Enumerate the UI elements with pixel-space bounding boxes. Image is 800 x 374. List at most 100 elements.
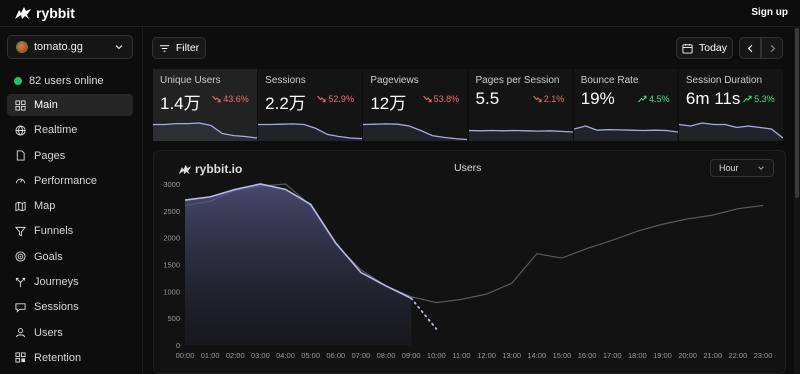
sparkline-area xyxy=(153,123,257,141)
stats-row: Unique Users 1.4万 43.6% Sessions 2.2万 52… xyxy=(153,69,784,141)
sidebar-item-main[interactable]: Main xyxy=(7,94,133,116)
x-tick-label: 16:00 xyxy=(578,351,597,360)
y-tick-label: 0 xyxy=(176,341,180,350)
x-tick-label: 04:00 xyxy=(276,351,295,360)
trend-down-icon xyxy=(317,95,326,103)
stat-card-pages-per-session[interactable]: Pages per Session 5.5 2.1% xyxy=(468,69,573,141)
users-chart-card: rybbit.io Users Hour 0 500 1000 1500 2000 250… xyxy=(153,150,786,374)
stat-change: 43.6% xyxy=(212,94,249,104)
stat-change: 4.5% xyxy=(638,94,669,104)
sidebar-item-label: Retention xyxy=(34,351,82,364)
x-tick-label: 03:00 xyxy=(251,351,270,360)
retention-icon xyxy=(15,352,26,364)
sidebar-item-label: Funnels xyxy=(34,225,74,238)
sidebar: tomato.gg 82 users online Main Realtime … xyxy=(0,27,143,374)
file-icon xyxy=(16,150,25,161)
sparkline xyxy=(573,125,678,141)
x-tick-label: 13:00 xyxy=(502,351,521,360)
sidebar-item-map[interactable]: Map xyxy=(7,195,133,217)
target-icon xyxy=(15,251,26,262)
sidebar-item-label: Performance xyxy=(34,174,97,187)
x-tick-label: 22:00 xyxy=(728,351,747,360)
x-tick-label: 21:00 xyxy=(703,351,722,360)
page-scrollbar[interactable] xyxy=(794,26,800,374)
stat-label: Pageviews xyxy=(370,75,419,86)
stat-card-bounce-rate[interactable]: Bounce Rate 19% 4.5% xyxy=(573,69,678,141)
trend-down-icon xyxy=(212,95,221,103)
site-selector[interactable]: tomato.gg xyxy=(7,35,133,59)
sidebar-item-realtime[interactable]: Realtime xyxy=(7,119,133,141)
stat-change: 52.9% xyxy=(317,94,354,104)
sparkline-area xyxy=(573,126,678,141)
split-icon xyxy=(15,277,26,287)
site-favicon-icon xyxy=(16,41,28,53)
y-tick-label: 2500 xyxy=(163,207,180,216)
sidebar-item-pages[interactable]: Pages xyxy=(7,145,133,167)
x-tick-label: 15:00 xyxy=(553,351,572,360)
stat-card-pageviews[interactable]: Pageviews 12万 53.8% xyxy=(363,69,468,141)
chevron-right-icon xyxy=(770,44,775,52)
chevron-down-icon xyxy=(115,45,123,50)
date-picker-button[interactable]: Today xyxy=(676,37,733,59)
online-users-text: 82 users online xyxy=(29,75,104,87)
x-tick-label: 05:00 xyxy=(301,351,320,360)
previous-period-button[interactable] xyxy=(739,37,761,59)
sidebar-nav: Main Realtime Pages Performance Map Funn… xyxy=(7,94,133,372)
x-tick-label: 07:00 xyxy=(352,351,371,360)
sidebar-item-users[interactable]: Users xyxy=(7,322,133,344)
y-tick-label: 3000 xyxy=(163,180,180,189)
users-line-chart: 0 500 1000 1500 2000 2500 3000 00:00 01:00 02:00 0… xyxy=(163,180,772,360)
stat-card-unique-users[interactable]: Unique Users 1.4万 43.6% xyxy=(153,69,257,141)
stat-label: Session Duration xyxy=(685,75,763,86)
sidebar-item-retention[interactable]: Retention xyxy=(7,347,133,369)
x-tick-label: 01:00 xyxy=(201,351,220,360)
next-period-button[interactable] xyxy=(761,37,783,59)
signup-link[interactable]: Sign up xyxy=(751,7,788,18)
x-tick-label: 08:00 xyxy=(377,351,396,360)
online-users: 82 users online xyxy=(14,75,104,87)
user-icon xyxy=(15,328,26,338)
sidebar-item-label: Pages xyxy=(34,149,66,162)
x-tick-label: 14:00 xyxy=(527,351,546,360)
sidebar-item-sessions[interactable]: Sessions xyxy=(7,296,133,318)
stat-card-session-duration[interactable]: Session Duration 6m 11s 5.3% xyxy=(678,69,783,141)
stat-value: 5.5 xyxy=(475,89,500,108)
scrollbar-thumb[interactable] xyxy=(795,28,799,198)
sidebar-item-label: Journeys xyxy=(34,276,79,289)
trend-up-icon xyxy=(743,95,752,103)
x-tick-label: 02:00 xyxy=(226,351,245,360)
sparkline xyxy=(363,123,468,141)
trend-down-icon xyxy=(532,95,542,103)
sidebar-item-journeys[interactable]: Journeys xyxy=(7,271,133,293)
y-tick-label: 1500 xyxy=(163,261,180,270)
filter-button[interactable]: Filter xyxy=(152,37,206,59)
sidebar-item-funnels[interactable]: Funnels xyxy=(7,220,133,242)
brand-logo[interactable]: rybbit xyxy=(14,5,75,21)
x-tick-label: 06:00 xyxy=(326,351,345,360)
brand-name: rybbit xyxy=(36,5,75,21)
map-icon xyxy=(15,201,26,211)
site-name: tomato.gg xyxy=(34,41,83,53)
y-tick-label: 2000 xyxy=(163,234,180,243)
current-period-area xyxy=(185,184,412,345)
sparkline xyxy=(258,123,363,141)
stat-change: 5.3% xyxy=(743,94,775,104)
stat-label: Unique Users xyxy=(160,75,221,86)
sparkline-area xyxy=(468,130,573,141)
gauge-icon xyxy=(15,179,26,184)
x-tick-label: 20:00 xyxy=(678,351,697,360)
sidebar-item-label: Users xyxy=(34,326,63,339)
stat-value: 19% xyxy=(580,89,615,108)
sidebar-item-label: Goals xyxy=(34,250,63,263)
sidebar-item-label: Main xyxy=(34,99,58,111)
stat-card-sessions[interactable]: Sessions 2.2万 52.9% xyxy=(258,69,363,141)
chevron-left-icon xyxy=(747,44,752,52)
sidebar-item-label: Map xyxy=(34,200,56,213)
y-tick-label: 500 xyxy=(167,314,180,323)
trend-up-icon xyxy=(638,95,647,103)
sidebar-item-performance[interactable]: Performance xyxy=(7,170,133,192)
date-label: Today xyxy=(698,42,728,54)
sidebar-item-goals[interactable]: Goals xyxy=(7,246,133,268)
funnel-icon xyxy=(15,226,26,237)
sparkline xyxy=(153,122,257,141)
